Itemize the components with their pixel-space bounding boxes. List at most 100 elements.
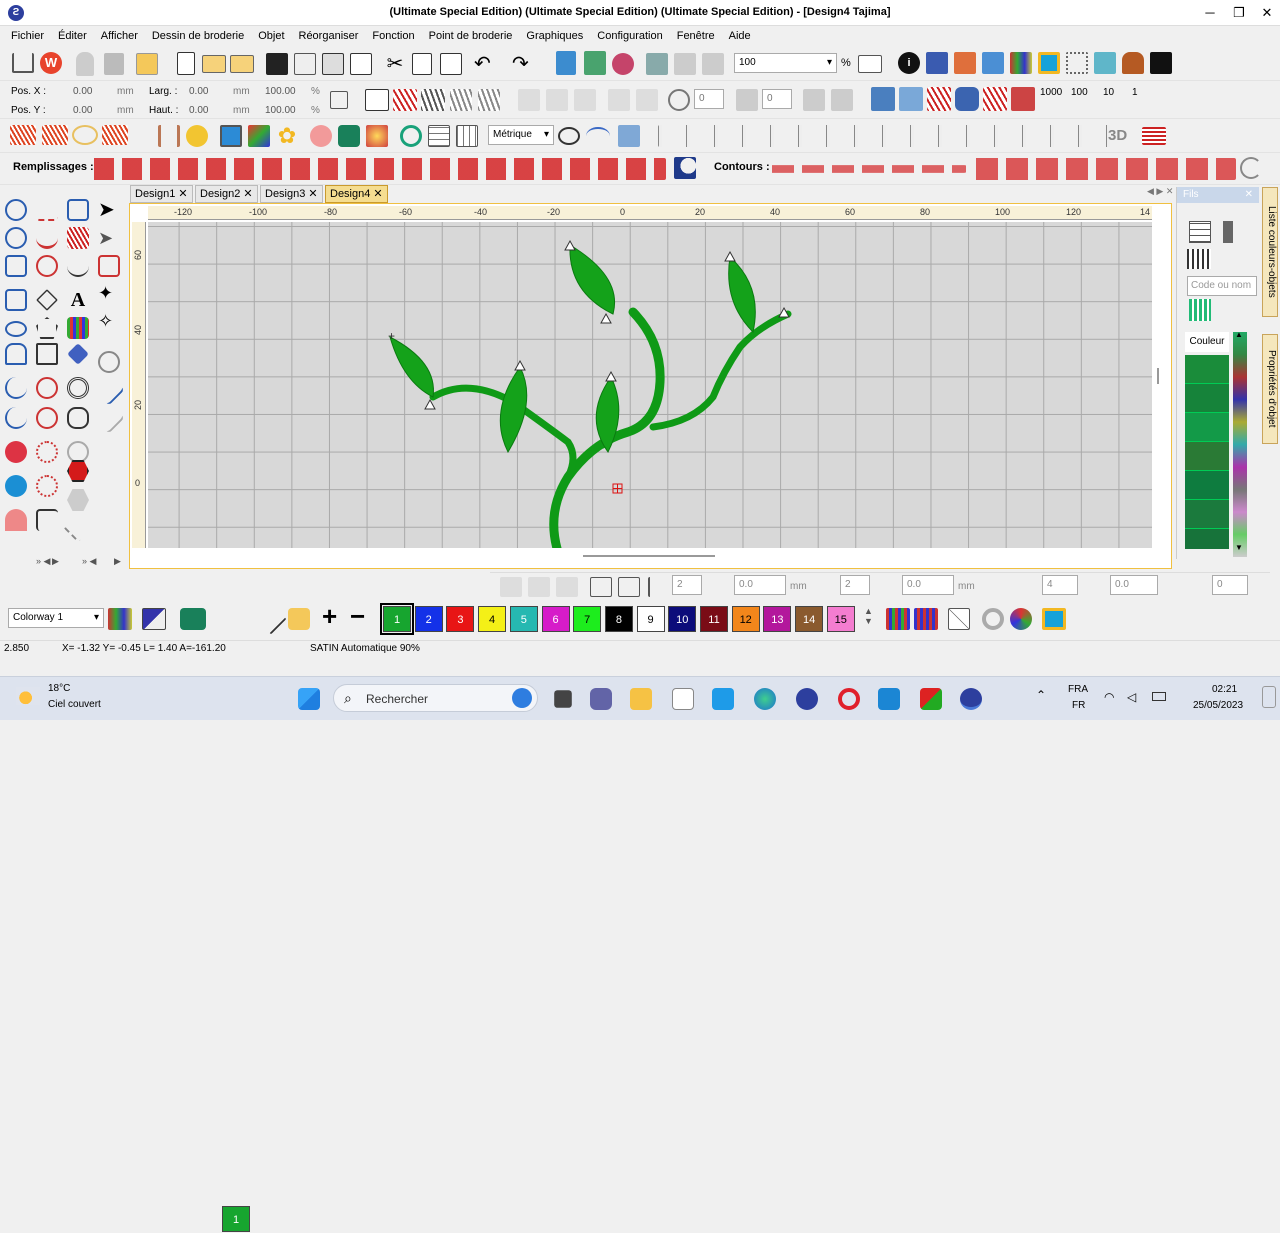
info-icon[interactable]: i	[898, 52, 920, 74]
lasso-icon[interactable]	[98, 351, 120, 373]
hexagon-outline-icon[interactable]	[67, 407, 89, 429]
circle-tool-icon[interactable]	[36, 255, 58, 277]
current-color-swatch[interactable]: 1	[222, 1206, 250, 1232]
angle-tool-icon[interactable]	[36, 509, 58, 531]
node-marker[interactable]	[514, 359, 526, 371]
tabs-nav-arrows[interactable]: ◀ ▶ ✕	[1147, 186, 1173, 197]
lettering-icon[interactable]	[186, 125, 208, 147]
thread-color-row[interactable]	[1185, 500, 1229, 529]
weather-temp[interactable]: 18°C	[48, 683, 70, 694]
rectangle-icon[interactable]	[5, 289, 27, 311]
menu-graphiques[interactable]: Graphiques	[526, 30, 583, 42]
tab-object-properties[interactable]: Propriétés d'objet	[1262, 334, 1278, 444]
density-1-icon[interactable]: 1	[1132, 87, 1138, 98]
height-value[interactable]: 0.00	[189, 105, 208, 116]
flowers-icon[interactable]	[366, 125, 388, 147]
count-input[interactable]: 4	[1042, 575, 1078, 595]
applique-icon[interactable]	[310, 125, 332, 147]
angle-icon[interactable]	[736, 89, 758, 111]
menu-fonction[interactable]: Fonction	[372, 30, 414, 42]
no-color-icon[interactable]	[948, 608, 970, 630]
close-icon[interactable]: ✕	[1245, 189, 1253, 200]
column-tool-icon[interactable]	[67, 227, 89, 249]
menu-fichier[interactable]: Fichier	[11, 30, 44, 42]
clock-time[interactable]: 02:21	[1212, 684, 1237, 695]
satin-tool-icon[interactable]	[67, 199, 89, 221]
file-explorer-icon[interactable]	[630, 688, 652, 710]
scroll-up-icon[interactable]: ▲	[1235, 330, 1245, 340]
leaf-right[interactable]	[728, 256, 756, 333]
add-color-button[interactable]: +	[322, 601, 337, 632]
paint-tool-icon[interactable]	[67, 255, 89, 277]
contour-patterns[interactable]	[770, 165, 966, 173]
color-swatch-15[interactable]: 15	[826, 606, 855, 632]
fit-box-icon[interactable]	[618, 577, 640, 597]
paint-bucket-icon[interactable]	[288, 608, 310, 630]
thread-color-row[interactable]	[1185, 442, 1229, 471]
color-sequence-icon[interactable]	[886, 608, 910, 630]
node-marker[interactable]	[424, 398, 436, 410]
menu-fenetre[interactable]: Fenêtre	[677, 30, 715, 42]
arc-contour-icon[interactable]	[1240, 157, 1262, 179]
align-icon[interactable]	[365, 89, 389, 111]
tie-off-icon[interactable]	[702, 53, 724, 75]
colorway-select[interactable]: Colorway 1 ▾	[8, 608, 104, 628]
thread-color-row[interactable]	[1185, 471, 1229, 500]
pos-x-value[interactable]: 0.00	[73, 86, 92, 97]
color-swatch-14[interactable]: 14	[795, 606, 824, 632]
thread-color-row[interactable]	[1185, 413, 1229, 442]
stitch-type-icon[interactable]	[393, 89, 417, 111]
contour-patterns-2[interactable]	[974, 158, 1236, 180]
star-icon[interactable]: ✿	[276, 125, 298, 147]
machine-icon[interactable]	[926, 52, 948, 74]
c-shape-icon[interactable]	[67, 441, 89, 463]
auto-digitize-icon[interactable]	[871, 87, 895, 111]
text-tool-icon[interactable]: A	[67, 289, 89, 311]
step-fill-icon[interactable]	[450, 89, 472, 111]
windows-start-icon[interactable]	[298, 688, 320, 710]
thread-chart-icon[interactable]	[1010, 52, 1032, 74]
color-swatch-3[interactable]: 3	[446, 606, 475, 632]
shapes-icon[interactable]	[248, 125, 270, 147]
menu-configuration[interactable]: Configuration	[597, 30, 662, 42]
tab-design1[interactable]: Design1 ✕	[130, 185, 193, 203]
triple-run-icon[interactable]	[42, 125, 68, 145]
ellipse-icon[interactable]	[5, 321, 27, 337]
menu-objet[interactable]: Objet	[258, 30, 284, 42]
ring-button-icon[interactable]	[982, 608, 1004, 630]
color-swatch-4[interactable]: 4	[478, 606, 507, 632]
color-swatch-13[interactable]: 13	[763, 606, 792, 632]
hoop-settings-icon[interactable]	[104, 53, 124, 75]
app-icon-2[interactable]	[920, 688, 942, 710]
battery-icon[interactable]	[1152, 692, 1166, 701]
thread-color-row[interactable]	[1185, 384, 1229, 413]
folders-icon[interactable]	[136, 53, 158, 75]
select-box-icon[interactable]	[98, 255, 120, 277]
offset-input-2[interactable]: 0.0	[902, 575, 954, 595]
color-swatch-11[interactable]: 11	[700, 606, 728, 632]
leaf-top[interactable]	[569, 244, 615, 315]
hoop-frame-icon[interactable]	[1038, 52, 1060, 74]
tab-color-list[interactable]: Liste couleurs-objets	[1262, 187, 1278, 317]
column-width-icon[interactable]	[648, 577, 662, 597]
thread-list-icon[interactable]	[1189, 221, 1211, 243]
convert-icon[interactable]	[899, 87, 923, 111]
myscript-icon[interactable]	[712, 688, 734, 710]
border-icon[interactable]	[1142, 127, 1166, 145]
align-v-icon[interactable]	[528, 577, 550, 597]
open-recent-icon[interactable]	[230, 55, 254, 73]
tie-in-icon[interactable]	[674, 53, 696, 75]
reshape-icon[interactable]	[803, 89, 825, 111]
palette-icon[interactable]	[1189, 299, 1211, 321]
wedge-icon[interactable]	[36, 407, 58, 429]
mirror-v-icon[interactable]	[546, 89, 568, 111]
color-column-header[interactable]: Couleur	[1185, 332, 1229, 352]
weather-desc[interactable]: Ciel couvert	[48, 699, 101, 710]
run-tool-icon[interactable]	[36, 199, 58, 221]
circle-dots-2-icon[interactable]	[36, 475, 58, 497]
tab-design2[interactable]: Design2 ✕	[195, 185, 258, 203]
thread-search-input[interactable]: Code ou nom	[1187, 276, 1257, 296]
open-folder-icon[interactable]	[202, 55, 226, 73]
stitch-player-icon[interactable]	[556, 51, 576, 75]
hoop-button-icon[interactable]	[1042, 608, 1066, 630]
